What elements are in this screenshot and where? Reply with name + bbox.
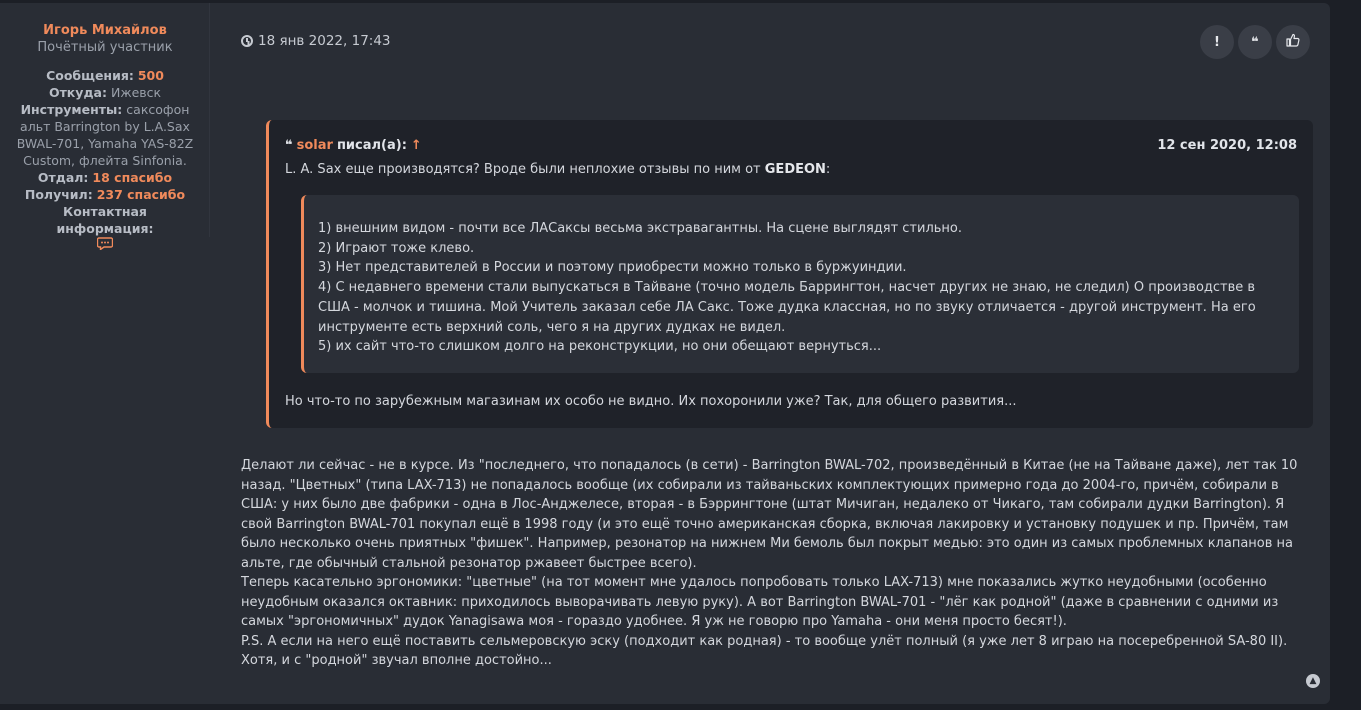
quote-line1-prefix: L. A. Sax еще производятся? Вроде были н… — [285, 162, 765, 177]
quote-line1-bold: GEDEON — [764, 162, 826, 177]
post-body: Делают ли сейчас - не в курсе. Из "после… — [241, 456, 1311, 671]
stat-from-value: Ижевск — [110, 85, 162, 100]
quote-icon: ❝ — [285, 138, 293, 153]
nested-quote-line: 5) их сайт что-то слишком долго на рекон… — [318, 339, 882, 355]
stat-messages-label: Сообщения: — [46, 68, 134, 83]
stat-instruments: Инструменты: саксофон альт Barrington by… — [14, 101, 196, 169]
post-paragraph: Теперь касательно эргономики: "цветные" … — [241, 575, 1279, 629]
quote-block: ❝ solar писал(а): ↑ 12 сен 2020, 12:08 L… — [266, 120, 1313, 428]
arrow-up-icon[interactable]: ↑ — [411, 138, 422, 153]
stat-contact-label: Контактная информация: — [56, 204, 154, 236]
quote-line1-suffix: : — [825, 162, 831, 177]
stat-got-value[interactable]: 237 спасибо — [97, 187, 185, 202]
quote-tail-text: Но что-то по зарубежным магазинам их осо… — [285, 394, 1017, 409]
nested-quote-line: 2) Играют тоже клево. — [318, 240, 475, 256]
username-link[interactable]: Игорь Михайлов — [0, 23, 210, 38]
post-date[interactable]: 18 янв 2022, 17:43 — [241, 33, 391, 49]
report-button[interactable]: ! — [1200, 25, 1234, 59]
post-paragraph: Делают ли сейчас - не в курсе. Из "после… — [241, 458, 1298, 571]
post-actions: ! ❝ — [1200, 25, 1310, 59]
back-to-top-icon[interactable]: ▲ — [1306, 674, 1320, 688]
stat-instruments-label: Инструменты: — [20, 102, 123, 117]
post-date-text: 18 янв 2022, 17:43 — [258, 33, 391, 49]
quote-first-line: L. A. Sax еще производятся? Вроде были н… — [285, 162, 830, 177]
nested-quote-line: 4) С недавнего времени стали выпускаться… — [318, 280, 1256, 335]
stat-messages-value[interactable]: 500 — [138, 68, 164, 83]
contact-button[interactable] — [14, 237, 196, 255]
stat-got-label: Получил: — [24, 187, 93, 202]
quote-icon: ❝ — [1251, 34, 1259, 50]
report-icon: ! — [1214, 34, 1220, 50]
like-button[interactable] — [1276, 25, 1310, 59]
thumbs-up-icon — [1286, 33, 1300, 51]
chat-bubble-icon[interactable] — [96, 237, 114, 255]
stat-gave-value[interactable]: 18 спасибо — [92, 170, 172, 185]
quote-header: ❝ solar писал(а): ↑ — [285, 138, 422, 153]
quote-author-link[interactable]: solar — [297, 138, 333, 153]
user-rank: Почётный участник — [37, 40, 173, 55]
forum-post: Игорь Михайлов Почётный участник Сообщен… — [0, 3, 1330, 704]
user-stats: Сообщения: 500 Откуда: Ижевск Инструмент… — [14, 67, 196, 255]
quote-date: 12 сен 2020, 12:08 — [1157, 138, 1297, 153]
stat-from-label: Откуда: — [48, 85, 107, 100]
nested-quote-line: 3) Нет представителей в России и поэтому… — [318, 260, 907, 276]
nested-quote: 1) внешним видом - почти все ЛАСаксы вес… — [301, 195, 1299, 373]
clock-icon — [241, 35, 253, 47]
stat-got: Получил: 237 спасибо — [14, 186, 196, 203]
quote-button[interactable]: ❝ — [1238, 25, 1272, 59]
quote-wrote-label: писал(а): — [336, 138, 407, 153]
stat-messages: Сообщения: 500 — [14, 67, 196, 84]
post-paragraph: P.S. А если на него ещё поставить сельме… — [241, 633, 1288, 669]
stat-contact: Контактная информация: — [14, 203, 196, 237]
post-profile: Игорь Михайлов Почётный участник Сообщен… — [0, 3, 210, 251]
stat-gave-label: Отдал: — [37, 170, 89, 185]
nested-quote-line: 1) внешним видом - почти все ЛАСаксы вес… — [318, 221, 963, 236]
stat-gave: Отдал: 18 спасибо — [14, 169, 196, 186]
stat-from: Откуда: Ижевск — [14, 84, 196, 101]
